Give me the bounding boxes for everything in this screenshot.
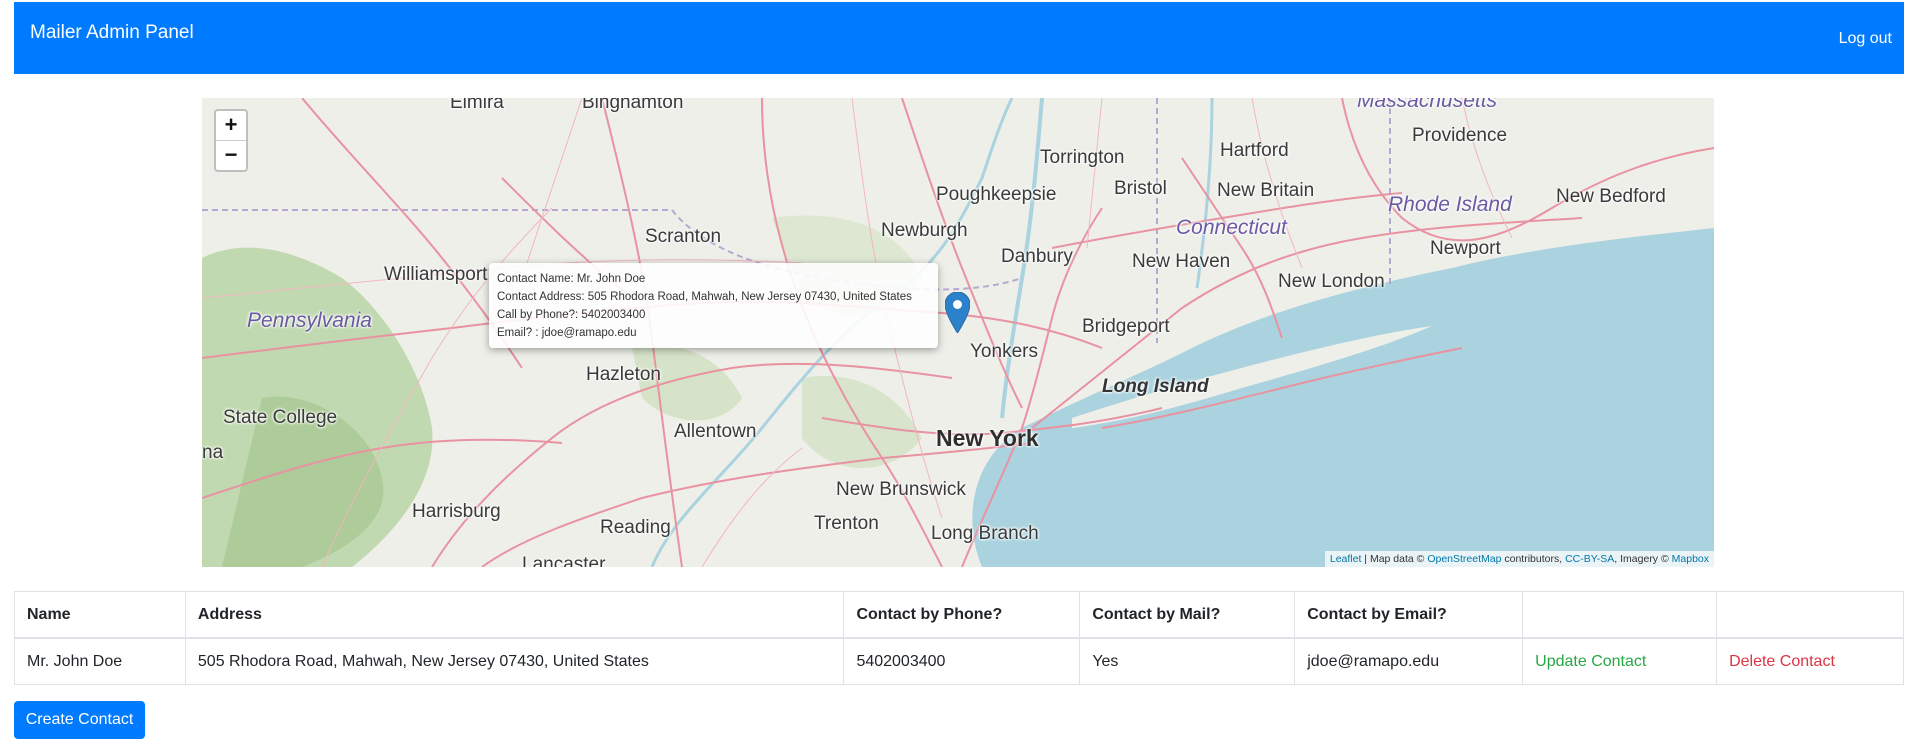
popup-email: Email? : jdoe@ramapo.edu [497,327,637,339]
popup-name: Contact Name: Mr. John Doe [497,273,646,285]
place-label: Trenton [814,513,879,534]
place-label: Providence [1412,125,1508,146]
place-label: Hazleton [586,364,661,385]
cell-phone: 5402003400 [843,637,1081,685]
column-header-email: Contact by Email? [1294,591,1524,639]
place-label: Bristol [1114,178,1167,199]
license-link[interactable]: CC-BY-SA [1565,553,1614,565]
column-header-update [1522,591,1718,639]
cell-email: jdoe@ramapo.edu [1294,637,1524,685]
place-label: Scranton [645,226,722,247]
place-label: Connecticut [1176,216,1287,239]
place-label: Williamsport [384,264,488,285]
cell-mail: Yes [1079,637,1296,685]
column-header-address: Address [184,591,845,639]
place-label: Newport [1430,238,1501,259]
cell-name: Mr. John Doe [14,637,186,685]
place-label: Reading [600,517,671,538]
zoom-in-button[interactable]: + [216,111,246,140]
cell-address: 505 Rhodora Road, Mahwah, New Jersey 074… [184,637,845,685]
place-label: Danbury [1001,246,1073,267]
popup-phone: Call by Phone?: 5402003400 [497,309,646,321]
place-label: State College [223,407,338,428]
popup-address: Contact Address: 505 Rhodora Road, Mahwa… [497,291,912,303]
place-label: Torrington [1040,147,1125,168]
place-label: Hartford [1220,140,1289,161]
attribution-text: | Map data © [1361,553,1428,565]
map-attribution: Leaflet | Map data © OpenStreetMap contr… [1324,551,1714,567]
zoom-control: + − [214,109,248,172]
place-label: Yonkers [970,341,1038,362]
zoom-out-button[interactable]: − [216,140,246,170]
logout-link[interactable]: Log out [1839,30,1892,48]
delete-contact-link[interactable]: Delete Contact [1729,653,1835,670]
place-label: Rhode Island [1388,193,1512,216]
attribution-text: contributors, [1501,553,1566,565]
place-label: New London [1278,271,1385,292]
place-label: Poughkeepsie [936,184,1057,205]
place-label: Bridgeport [1082,316,1170,337]
brand-title[interactable]: Mailer Admin Panel [30,22,194,44]
leaflet-link[interactable]: Leaflet [1330,553,1362,565]
navbar: Mailer Admin Panel Log out [14,2,1904,74]
create-contact-button[interactable]: Create Contact [14,701,145,739]
column-header-phone: Contact by Phone? [843,591,1081,639]
place-label: New Brunswick [836,479,966,500]
table-row: Mr. John Doe 505 Rhodora Road, Mahwah, N… [14,637,1904,685]
cell-delete: Delete Contact [1716,637,1904,685]
place-label: Binghamton [582,98,684,113]
place-label: Harrisburg [412,501,501,522]
mapbox-link[interactable]: Mapbox [1672,553,1709,565]
map-marker-icon[interactable] [945,292,970,333]
place-label: Newburgh [881,220,968,241]
osm-link[interactable]: OpenStreetMap [1427,553,1501,565]
cell-update: Update Contact [1522,637,1718,685]
table-header-row: Name Address Contact by Phone? Contact b… [14,591,1904,639]
place-label: New Britain [1217,180,1315,201]
column-header-delete [1716,591,1904,639]
update-contact-link[interactable]: Update Contact [1535,653,1646,670]
contact-popup: Contact Name: Mr. John Doe Contact Addre… [489,263,938,348]
map-view[interactable]: Elmira Binghamton Massachusetts Torringt… [202,98,1714,567]
contacts-table: Name Address Contact by Phone? Contact b… [14,591,1904,685]
place-label: Long Island [1102,376,1209,397]
place-label: Elmira [450,98,504,113]
column-header-mail: Contact by Mail? [1079,591,1296,639]
place-label: Pennsylvania [247,309,372,332]
attribution-text: , Imagery © [1614,553,1672,565]
place-label: New Bedford [1556,186,1666,207]
place-label: Long Branch [931,523,1039,544]
place-label: New York [936,425,1039,451]
column-header-name: Name [14,591,186,639]
place-label: New Haven [1132,251,1231,272]
place-label: Massachusetts [1357,98,1498,112]
place-label: Allentown [674,421,757,442]
place-label: na [202,442,224,463]
place-label: Lancaster [522,554,606,567]
